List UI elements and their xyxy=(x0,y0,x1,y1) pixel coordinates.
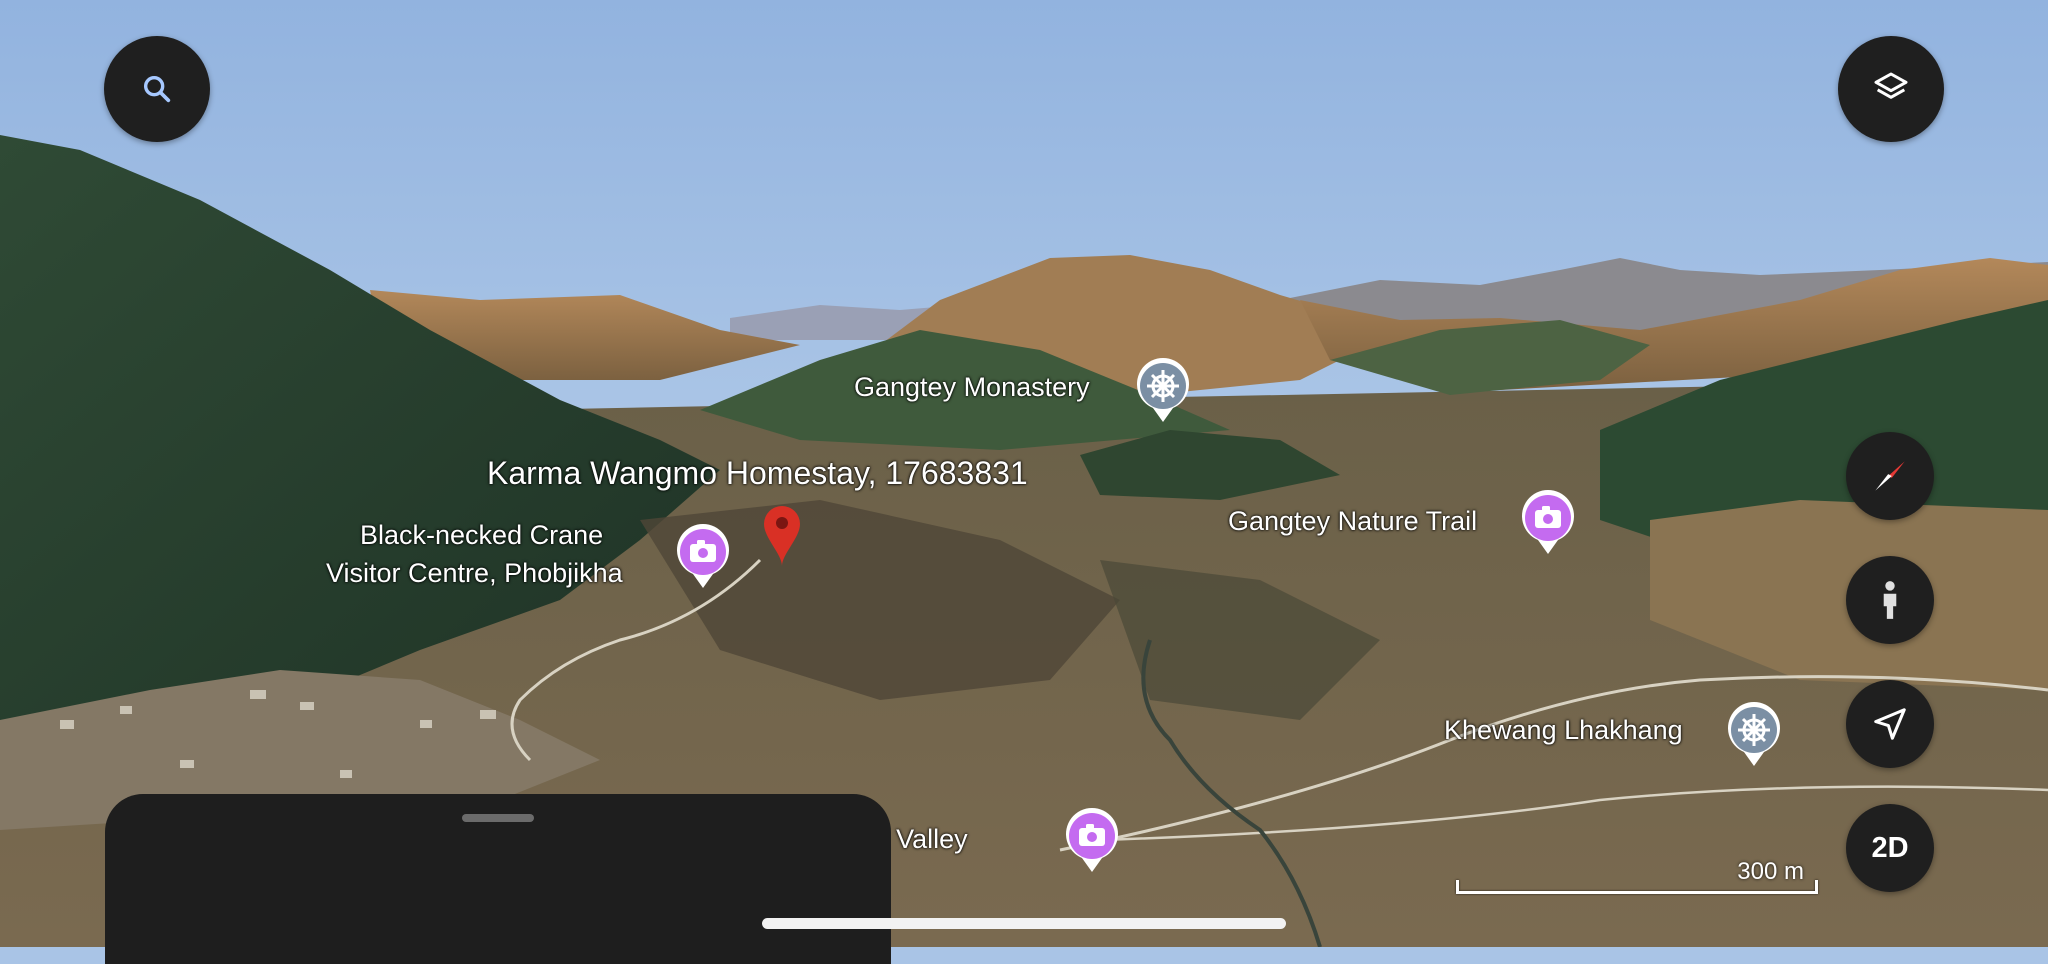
compass-icon xyxy=(1875,461,1905,491)
label-karma-homestay[interactable]: Karma Wangmo Homestay, 17683831 xyxy=(487,456,1028,490)
pegman-icon xyxy=(1883,581,1897,619)
scale-bar-label: 300 m xyxy=(1737,858,1804,885)
layers-icon xyxy=(1874,72,1908,99)
search-button[interactable] xyxy=(104,36,210,142)
home-indicator[interactable] xyxy=(762,918,1286,929)
label-gangtey-monastery[interactable]: Gangtey Monastery xyxy=(854,370,1090,404)
selected-location-pin-icon[interactable] xyxy=(762,504,802,566)
label-crane-centre-line1[interactable]: Black-necked Crane xyxy=(360,518,603,552)
view-mode-2d-button[interactable]: 2D xyxy=(1846,804,1934,892)
compass-button[interactable] xyxy=(1846,432,1934,520)
temple-pin-icon[interactable] xyxy=(1135,358,1191,424)
street-view-button[interactable] xyxy=(1846,556,1934,644)
view-mode-label: 2D xyxy=(1871,831,1909,864)
label-gangtey-nature-trail[interactable]: Gangtey Nature Trail xyxy=(1228,504,1477,538)
photo-pin-icon[interactable] xyxy=(675,524,731,590)
photo-pin-icon[interactable] xyxy=(1520,490,1576,556)
label-khewang-lhakhang[interactable]: Khewang Lhakhang xyxy=(1444,713,1683,747)
layers-button[interactable] xyxy=(1838,36,1944,142)
scale-bar: 300 m xyxy=(1456,858,1818,894)
navigation-arrow-icon xyxy=(1874,708,1906,740)
search-icon xyxy=(143,75,171,103)
photo-pin-icon[interactable] xyxy=(1064,808,1120,874)
bottom-sheet[interactable] xyxy=(105,794,891,964)
label-crane-centre-line2[interactable]: Visitor Centre, Phobjikha xyxy=(326,556,623,590)
temple-pin-icon[interactable] xyxy=(1726,702,1782,768)
my-location-button[interactable] xyxy=(1846,680,1934,768)
bottom-sheet-drag-handle[interactable] xyxy=(462,814,534,822)
